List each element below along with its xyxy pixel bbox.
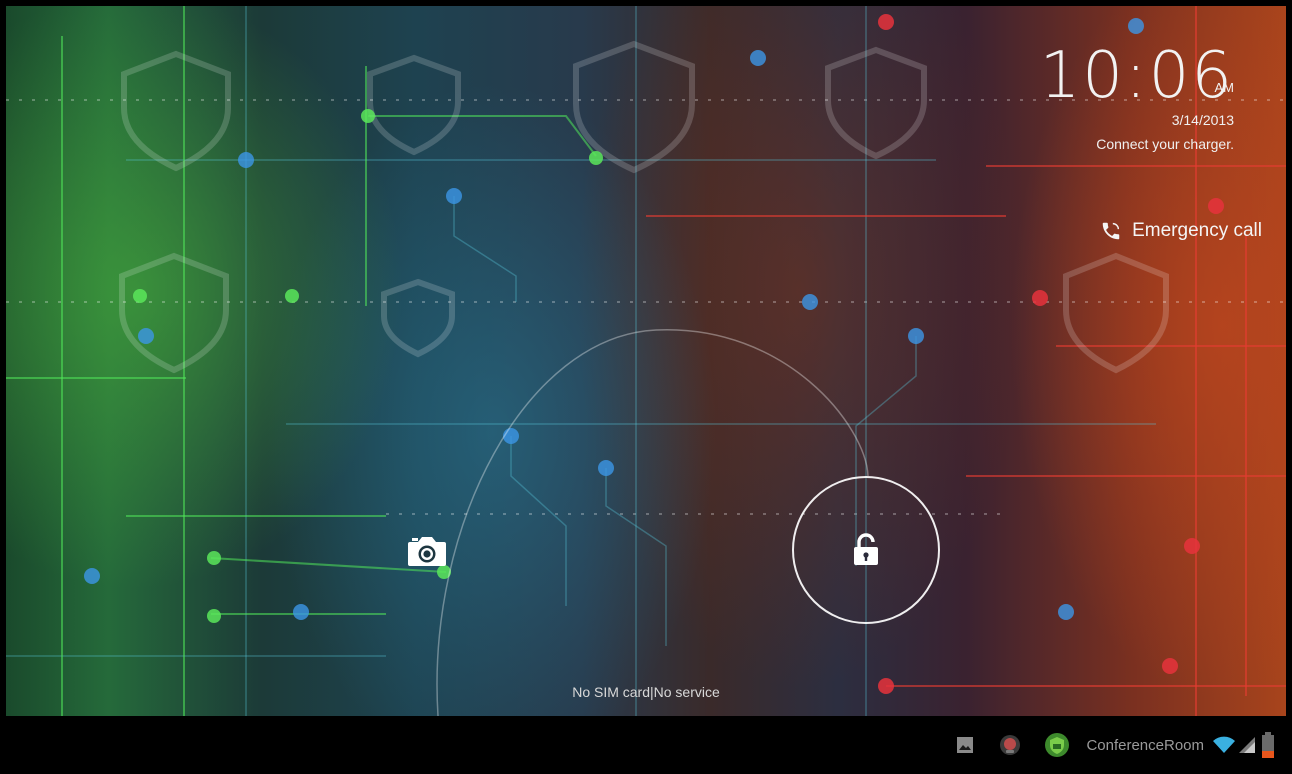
unlock-padlock-icon: [854, 533, 878, 565]
emergency-call-label: Emergency call: [1132, 220, 1262, 241]
system-status-bar: ConferenceRoom: [0, 716, 1292, 774]
gallery-image-icon[interactable]: [956, 736, 974, 754]
battery-status-message: Connect your charger.: [1096, 136, 1234, 152]
device-screen: 10:06 AM 3/14/2013 Connect your charger.…: [0, 0, 1292, 774]
phone-icon: [1102, 222, 1120, 240]
battery-level-fill: [1262, 751, 1274, 758]
status-area[interactable]: ConferenceRoom: [942, 730, 1274, 760]
lockscreen: 10:06 AM 3/14/2013 Connect your charger.…: [6, 6, 1286, 716]
unlock-handle[interactable]: [792, 476, 940, 624]
carrier-status-text: No SIM card|No service: [572, 684, 720, 700]
clock-time: 10:06: [1039, 39, 1234, 113]
clock-ampm: AM: [1214, 80, 1235, 95]
camera-icon: [408, 537, 446, 566]
signal-icon: [1238, 736, 1256, 754]
battery-icon[interactable]: [1262, 732, 1274, 758]
app-badge-icon[interactable]: [998, 733, 1022, 757]
date-label: 3/14/2013: [1171, 112, 1234, 128]
camera-shortcut[interactable]: [404, 532, 450, 572]
shield-app-icon[interactable]: [1044, 732, 1070, 758]
wifi-network-name: ConferenceRoom: [1086, 736, 1204, 754]
wifi-icon[interactable]: [1212, 736, 1236, 754]
emergency-call-button[interactable]: Emergency call: [1100, 220, 1262, 242]
